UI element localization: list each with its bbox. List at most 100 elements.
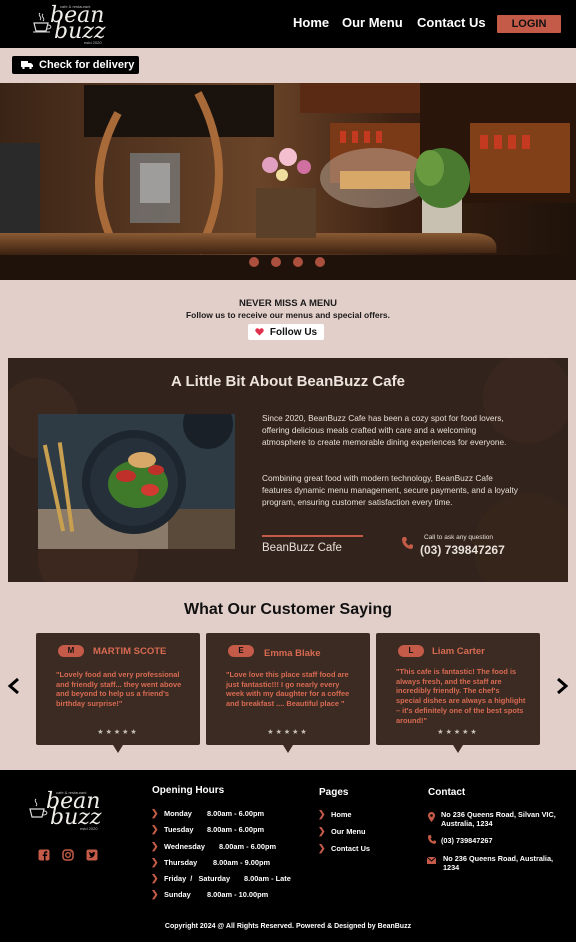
avatar: M: [58, 645, 84, 657]
nav-home[interactable]: Home: [293, 15, 329, 30]
carousel-dots: [249, 257, 325, 267]
phone-icon: [402, 537, 413, 549]
hours-day: Monday: [164, 809, 192, 818]
customer-name: Emma Blake: [264, 648, 321, 659]
contact-email-address: No 236 Queens Road, Australia, 1234: [443, 854, 554, 872]
chevron-right-icon[interactable]: [555, 678, 569, 694]
testimonial-card: L Liam Carter "This cafe is fantastic! T…: [376, 633, 540, 753]
site-header: cafe & restaurant bean buzz estd 2020 Ho…: [0, 0, 576, 48]
star-rating: ★★★★★: [437, 729, 479, 736]
footer-link-label: Our Menu: [331, 827, 366, 836]
hours-day: Sunday: [164, 890, 191, 899]
site-footer: cafe & restaurant bean buzz estd 2020 Op…: [0, 770, 576, 942]
about-section: A Little Bit About BeanBuzz Cafe Since 2…: [8, 358, 568, 582]
contact-phone[interactable]: (03) 739847267: [441, 836, 493, 845]
truck-icon: [21, 61, 33, 69]
hours-time: 8.00am - 6.00pm: [207, 825, 265, 834]
carousel-dot[interactable]: [249, 257, 259, 267]
about-paragraph-2: Combining great food with modern technol…: [262, 473, 518, 507]
testimonial-quote: "Love love this place staff food are jus…: [226, 670, 350, 709]
newsletter-heading: NEVER MISS A MENU: [238, 298, 337, 309]
testimonial-card: E Emma Blake "Love love this place staff…: [206, 633, 370, 753]
logo-est: estd 2020: [84, 40, 102, 45]
hours-day: Thursday: [164, 858, 198, 867]
hours-day: Wednesday: [164, 842, 205, 851]
chevron-right-icon: ❯: [151, 873, 159, 883]
hours-time: 8.00am - 10.00pm: [207, 890, 269, 899]
testimonial-card: M MARTIM SCOTE "Lovely food and very pro…: [36, 633, 200, 753]
logo-est: estd 2020: [80, 826, 98, 831]
chevron-right-icon: ❯: [151, 889, 159, 899]
opening-hours-title: Opening Hours: [152, 785, 225, 796]
pages-title: Pages: [319, 787, 349, 798]
phone-icon: [428, 835, 436, 844]
carousel-dot[interactable]: [271, 257, 281, 267]
salad-plate-image: [38, 414, 235, 549]
hours-row: ❯ Thursday 8.00am - 9.00pm: [151, 857, 270, 868]
hours-time: 8.00am - 9.00pm: [213, 858, 271, 867]
location-pin-icon: [428, 812, 435, 822]
footer-logo[interactable]: cafe & restaurant bean buzz estd 2020: [28, 788, 102, 832]
facebook-icon[interactable]: [38, 849, 50, 861]
heart-icon: [255, 328, 264, 336]
testimonials-title: What Our Customer Saying: [183, 601, 393, 618]
star-rating: ★★★★★: [97, 729, 139, 736]
logo-word-buzz: buzz: [54, 19, 106, 44]
about-dish-image: [38, 414, 235, 549]
coffee-cup-icon: [29, 798, 48, 818]
hours-row: ❯ Monday 8.00am - 6.00pm: [151, 808, 264, 819]
footer-link-menu[interactable]: ❯ Our Menu: [318, 826, 366, 837]
follow-us-button[interactable]: Follow Us: [248, 324, 324, 340]
avatar: E: [228, 645, 254, 657]
twitter-icon[interactable]: [86, 849, 98, 861]
footer-link-label: Contact Us: [331, 844, 371, 853]
carousel-dot[interactable]: [293, 257, 303, 267]
about-title: A Little Bit About BeanBuzz Cafe: [171, 373, 405, 390]
card-pointer: [453, 745, 463, 753]
check-delivery-button[interactable]: Check for delivery: [12, 56, 139, 74]
nav-our-menu[interactable]: Our Menu: [342, 15, 403, 30]
footer-link-label: Home: [331, 810, 352, 819]
about-paragraph-1: Since 2020, BeanBuzz Cafe has been a coz…: [262, 413, 507, 447]
brand-underline: [262, 535, 363, 537]
newsletter-text: Follow us to receive our menus and speci…: [185, 310, 391, 320]
testimonial-quote: "This cafe is fantastic! The food is alw…: [396, 667, 526, 725]
email-icon: [427, 857, 436, 864]
chevron-right-icon: ❯: [151, 808, 159, 818]
logo-word-buzz: buzz: [50, 805, 102, 830]
hours-day: Friday / Saturday: [164, 874, 231, 883]
hours-time: 8.00am - Late: [244, 874, 291, 883]
chevron-right-icon: ❯: [151, 824, 159, 834]
brand-logo[interactable]: cafe & restaurant bean buzz estd 2020: [32, 2, 106, 46]
chevron-right-icon: ❯: [151, 841, 159, 851]
copyright: Copyright 2024 @ All Rights Reserved. Po…: [164, 923, 412, 930]
hours-row: ❯ Friday / Saturday 8.00am - Late: [151, 873, 291, 884]
contact-address: No 236 Queens Road, Silvan VIC, Australi…: [441, 810, 556, 828]
coffee-cup-icon: [33, 12, 52, 33]
chevron-right-icon: ❯: [318, 843, 326, 853]
hours-row: ❯ Sunday 8.00am - 10.00pm: [151, 889, 268, 900]
login-button[interactable]: LOGIN: [497, 15, 561, 33]
hero-carousel[interactable]: [0, 83, 576, 280]
nav-contact-us[interactable]: Contact Us: [417, 15, 486, 30]
footer-link-home[interactable]: ❯ Home: [318, 809, 352, 820]
customer-name: Liam Carter: [432, 646, 485, 657]
call-phone-number[interactable]: (03) 739847267: [420, 543, 505, 557]
chevron-right-icon: ❯: [318, 826, 326, 836]
chevron-left-icon[interactable]: [7, 678, 21, 694]
customer-name: MARTIM SCOTE: [93, 646, 167, 657]
footer-link-contact[interactable]: ❯ Contact Us: [318, 843, 370, 854]
hours-row: ❯ Tuesday 8.00am - 6.00pm: [151, 824, 264, 835]
card-pointer: [113, 745, 123, 753]
follow-us-label: Follow Us: [269, 326, 318, 338]
star-rating: ★★★★★: [267, 729, 309, 736]
cafe-counter-image: [0, 83, 576, 280]
instagram-icon[interactable]: [62, 849, 74, 861]
call-label: Call to ask any question: [424, 534, 494, 541]
hours-time: 8.00am - 6.00pm: [219, 842, 277, 851]
card-pointer: [283, 745, 293, 753]
carousel-dot[interactable]: [315, 257, 325, 267]
hours-day: Tuesday: [164, 825, 194, 834]
hours-row: ❯ Wednesday 8.00am - 6.00pm: [151, 841, 276, 852]
chevron-right-icon: ❯: [151, 857, 159, 867]
